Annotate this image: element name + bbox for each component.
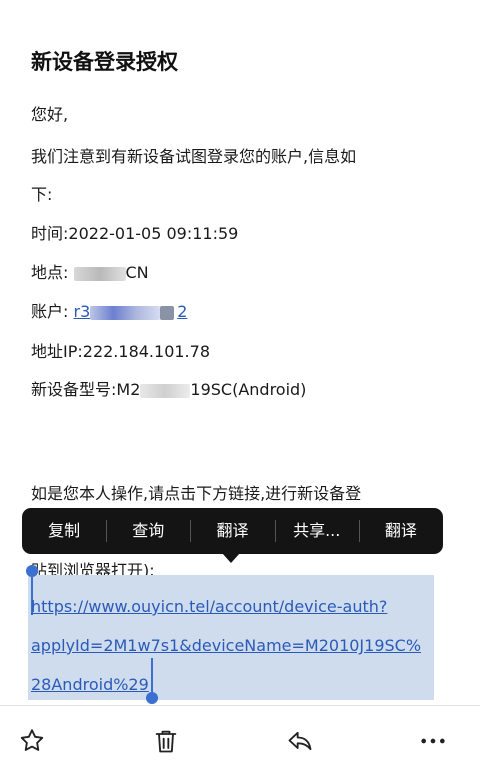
time-label: 时间: — [31, 224, 69, 243]
reply-icon — [288, 731, 312, 751]
device-value-start: M2 — [116, 380, 141, 399]
email-title: 新设备登录授权 — [31, 50, 178, 74]
menu-translate[interactable]: 翻译 — [190, 508, 274, 554]
ip-value: 222.184.101.78 — [82, 342, 210, 361]
device-label: 新设备型号: — [31, 380, 117, 399]
intro-line-1: 我们注意到有新设备试图登录您的账户,信息如 — [31, 147, 357, 166]
greeting: 您好, — [31, 105, 69, 124]
redacted-account-2 — [160, 305, 175, 320]
redacted-location — [73, 266, 126, 281]
auth-link-line-2[interactable]: applyId=2M1w7s1&deviceName=M2010J19SC% — [31, 636, 421, 655]
device-row: 新设备型号:M2 19SC(Android) — [31, 376, 306, 400]
account-link[interactable]: r3 2 — [74, 302, 188, 321]
selection-context-menu: 复制 查询 翻译 共享... 翻译 — [22, 508, 443, 554]
more-icon — [421, 738, 445, 744]
context-menu-arrow — [222, 553, 240, 563]
more-button[interactable] — [416, 724, 450, 758]
auth-link-line-1[interactable]: https://www.ouyicn.tel/account/device-au… — [31, 597, 387, 616]
account-value-start: r3 — [73, 302, 91, 321]
location-label: 地点: — [31, 263, 69, 282]
star-button[interactable] — [15, 724, 49, 758]
star-icon — [20, 729, 44, 751]
delete-button[interactable] — [149, 724, 183, 758]
menu-translate-2[interactable]: 翻译 — [358, 508, 443, 554]
intro-line-2: 下: — [31, 185, 53, 204]
auth-link-line-3[interactable]: 28Android%29 — [31, 675, 149, 694]
menu-share[interactable]: 共享... — [274, 508, 359, 554]
device-value-end: 19SC(Android) — [190, 380, 307, 399]
account-row: 账户: r3 2 — [31, 298, 187, 322]
account-label: 账户: — [31, 302, 69, 321]
action-line: 如是您本人操作,请点击下方链接,进行新设备登 — [31, 484, 362, 503]
location-value: CN — [125, 263, 149, 282]
reply-button[interactable] — [283, 724, 317, 758]
redacted-device — [140, 383, 191, 398]
ip-label: 地址IP: — [31, 342, 83, 361]
redacted-account — [90, 305, 161, 320]
ip-row: 地址IP:222.184.101.78 — [31, 338, 210, 362]
menu-copy[interactable]: 复制 — [22, 508, 106, 554]
bottom-toolbar — [0, 705, 480, 769]
trash-icon — [155, 730, 177, 753]
time-row: 时间:2022-01-05 09:11:59 — [31, 220, 238, 244]
selection-end-bar — [151, 658, 153, 696]
menu-lookup[interactable]: 查询 — [106, 508, 190, 554]
location-row: 地点: CN — [31, 259, 149, 283]
time-value: 2022-01-05 09:11:59 — [68, 224, 239, 243]
account-value-end: 2 — [177, 302, 188, 321]
